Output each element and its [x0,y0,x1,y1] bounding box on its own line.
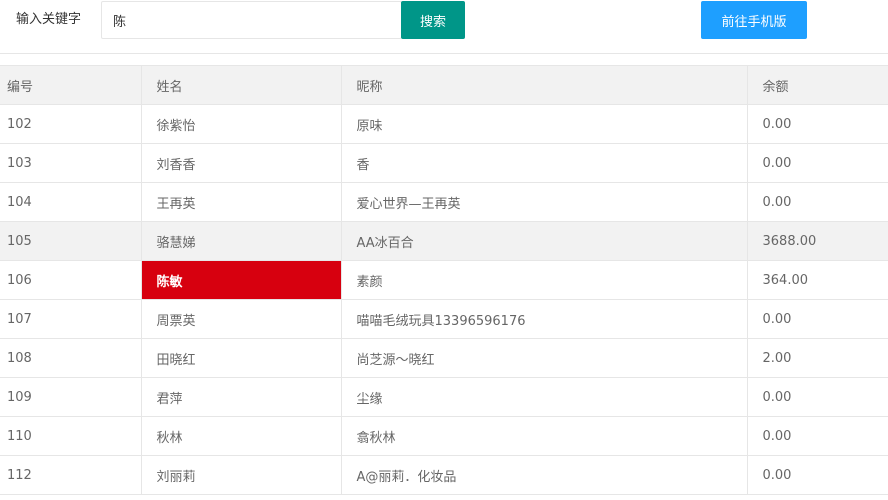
cell-balance: 0.00 [747,416,888,456]
cell-name: 君萍 [141,377,342,417]
cell-name: 刘丽莉 [141,455,342,495]
table-row[interactable]: 108 田晓红 尚芝源～晓红 2.00 [0,338,888,378]
cell-balance: 0.00 [747,104,888,144]
cell-id: 106 [0,260,142,300]
table-row[interactable]: 110 秋林 翕秋林 0.00 [0,416,888,456]
cell-nickname: 爱心世界—王再英 [341,182,748,222]
cell-name: 秋林 [141,416,342,456]
cell-id: 110 [0,416,142,456]
cell-id: 103 [0,143,142,183]
cell-nickname: 原味 [341,104,748,144]
table-row[interactable]: 107 周票英 喵喵毛绒玩具13396596176 0.00 [0,299,888,339]
cell-id: 109 [0,377,142,417]
member-table: 编号 姓名 昵称 余额 102 徐紫怡 原味 0.00 103 刘香香 香 0.… [0,65,888,500]
cell-id: 102 [0,104,142,144]
cell-nickname: AA冰百合 [341,221,748,261]
table-row-hovered[interactable]: 105 骆慧娣 AA冰百合 3688.00 [0,221,888,261]
cell-balance: 0.00 [747,182,888,222]
cell-balance: 364.00 [747,260,888,300]
cell-id: 104 [0,182,142,222]
table-row[interactable]: 103 刘香香 香 0.00 [0,143,888,183]
cell-balance: 0.00 [747,455,888,495]
cell-name: 骆慧娣 [141,221,342,261]
header-id: 编号 [0,65,142,105]
cell-nickname: A@丽莉．化妆品 [341,455,748,495]
keyword-input[interactable] [101,1,402,39]
cell-name-highlighted: 陈敏 [141,260,342,300]
cell-balance: 0.00 [747,299,888,339]
cell-name: 徐紫怡 [141,104,342,144]
cell-name: 周票英 [141,299,342,339]
cell-name: 田晓红 [141,338,342,378]
table-row[interactable]: 102 徐紫怡 原味 0.00 [0,104,888,144]
keyword-label: 输入关键字 [16,12,82,27]
cell-name: 刘香香 [141,143,342,183]
mobile-version-button[interactable]: 前往手机版 [701,1,807,39]
table-row[interactable]: 106 陈敏 素颜 364.00 [0,260,888,300]
cell-balance: 2.00 [747,338,888,378]
cell-id: 107 [0,299,142,339]
cell-nickname: 尚芝源～晓红 [341,338,748,378]
search-bar: 输入关键字 搜索 前往手机版 [0,0,888,54]
cell-balance: 3688.00 [747,221,888,261]
table-row[interactable]: 104 王再英 爱心世界—王再英 0.00 [0,182,888,222]
cell-balance: 0.00 [747,377,888,417]
header-balance: 余额 [747,65,888,105]
cell-id: 108 [0,338,142,378]
cell-nickname: 素颜 [341,260,748,300]
cell-balance: 0.00 [747,143,888,183]
header-name: 姓名 [141,65,342,105]
table-header-row: 编号 姓名 昵称 余额 [0,65,888,105]
cell-id: 112 [0,455,142,495]
cell-nickname: 翕秋林 [341,416,748,456]
table-row[interactable]: 112 刘丽莉 A@丽莉．化妆品 0.00 [0,455,888,495]
cell-nickname: 尘缘 [341,377,748,417]
cell-id: 105 [0,221,142,261]
cell-nickname: 香 [341,143,748,183]
header-nickname: 昵称 [341,65,748,105]
cell-name: 王再英 [141,182,342,222]
table-row[interactable]: 109 君萍 尘缘 0.00 [0,377,888,417]
search-button[interactable]: 搜索 [401,1,465,39]
cell-nickname: 喵喵毛绒玩具13396596176 [341,299,748,339]
